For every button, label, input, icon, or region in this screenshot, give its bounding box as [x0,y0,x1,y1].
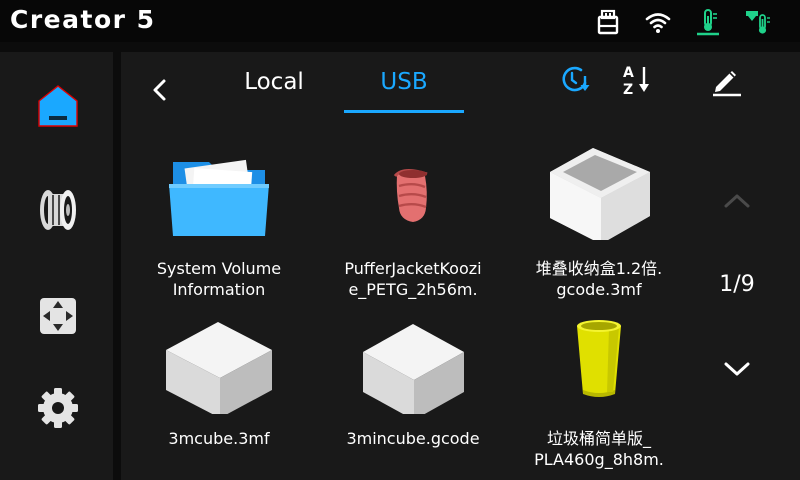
file-name: System Volume Information [156,259,282,299]
nozzle-temperature-icon [746,11,770,34]
page-up-button[interactable] [718,186,756,216]
file-name: 堆叠收纳盒1.2倍. gcode.3mf [535,259,663,299]
file-name: 3mincube.gcode [346,429,480,448]
box-model [550,148,650,240]
page-indicator: 1/9 [719,272,755,297]
folder-icon [169,159,269,236]
status-bar: Creator 5 [0,0,800,42]
file-name: 垃圾桶简单版_ PLA460g_8h8m. [534,429,664,469]
cube-model [363,324,464,414]
svg-text:Z: Z [623,82,633,98]
bed-temperature-icon [697,9,719,36]
usb-drive-icon [597,9,619,35]
page-down-button[interactable] [718,354,756,384]
koozie-model [393,169,428,222]
tab-usb[interactable]: USB [344,66,464,114]
active-tab-indicator [344,110,464,113]
edit-icon[interactable] [708,62,744,98]
cylinder-model [577,320,621,397]
cube-model [166,322,272,414]
svg-text:A: A [623,65,634,81]
tab-local[interactable]: Local [220,66,328,114]
sidebar-item-settings[interactable] [30,380,86,436]
sidebar-item-home[interactable] [30,78,86,134]
file-name: PufferJacketKoozi e_PETG_2h56m. [344,259,482,299]
wifi-icon [645,13,671,33]
back-button[interactable] [146,74,174,106]
sort-by-time-icon[interactable] [556,62,592,98]
file-name: 3mcube.3mf [168,429,270,448]
sidebar-item-move[interactable] [30,288,86,344]
sidebar-item-filament[interactable] [30,182,86,238]
app-title: Creator 5 [10,5,156,34]
sort-az-icon[interactable]: A Z [620,62,656,98]
